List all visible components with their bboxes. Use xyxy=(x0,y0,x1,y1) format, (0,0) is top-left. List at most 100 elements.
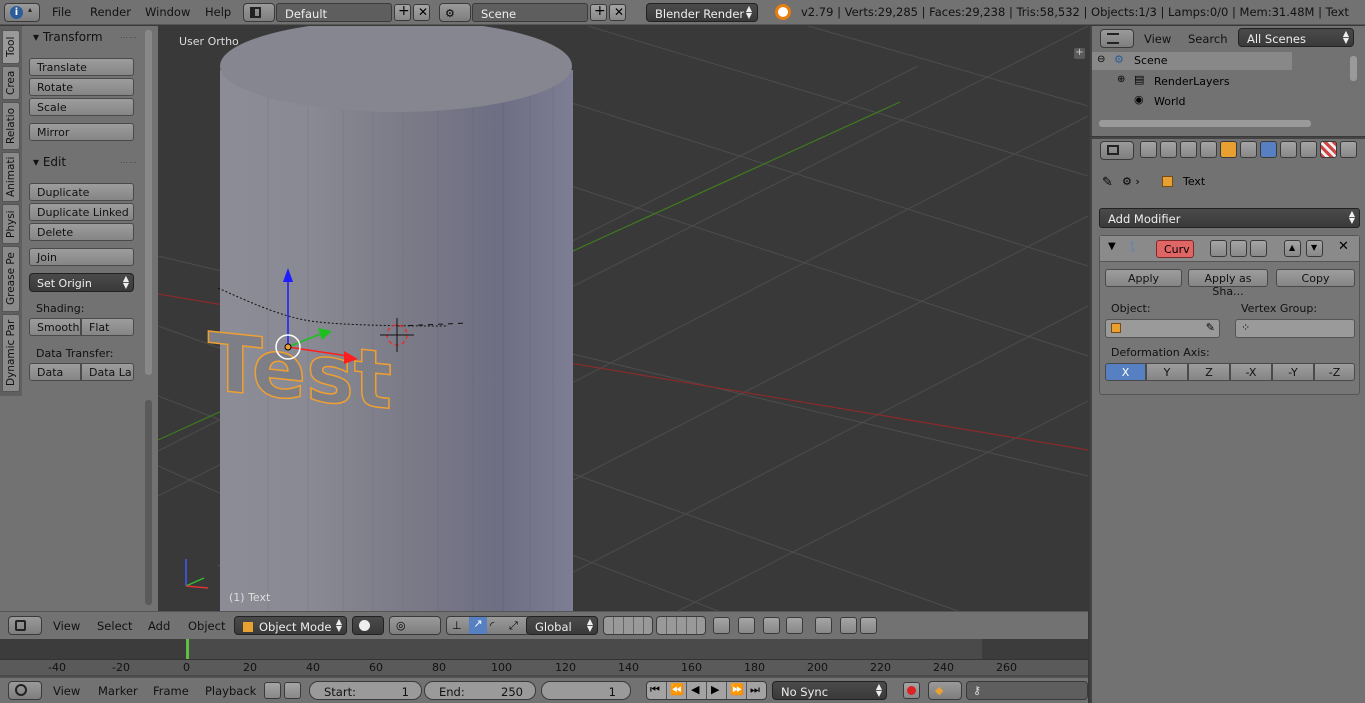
toolshelf-scrollbar[interactable] xyxy=(145,30,152,375)
tab-grease-pencil[interactable]: Grease Pe xyxy=(2,246,20,312)
data-transfer-layout-button[interactable]: Data La xyxy=(81,363,134,381)
eyedropper-icon[interactable]: ✎ xyxy=(1206,321,1215,334)
flat-button[interactable]: Flat xyxy=(81,318,134,336)
menu-render[interactable]: Render xyxy=(90,5,131,19)
add-scene-icon[interactable]: + xyxy=(590,3,607,21)
modifiers-tab-icon[interactable] xyxy=(1260,141,1277,158)
editor-type-properties-button[interactable] xyxy=(1100,141,1134,160)
axis-neg-x-button[interactable]: -X xyxy=(1230,363,1272,381)
keying-set-dropdown[interactable]: ◆ xyxy=(928,681,962,700)
smooth-button[interactable]: Smooth xyxy=(29,318,81,336)
render-toggle-icon[interactable] xyxy=(1210,240,1227,257)
tab-physics[interactable]: Physi xyxy=(2,204,20,244)
axis-neg-y-button[interactable]: -Y xyxy=(1272,363,1314,381)
render-tab-icon[interactable] xyxy=(1140,141,1157,158)
drag-handle-icon[interactable]: ⋯⋯ xyxy=(120,158,138,167)
outliner-filter-dropdown[interactable]: All Scenes ▲ ▼ xyxy=(1238,28,1354,47)
pivot-point-dropdown[interactable]: ◎ xyxy=(389,616,441,635)
outliner-row-scene[interactable]: ⊖ ⚙ Scene xyxy=(1092,52,1292,70)
mirror-button[interactable]: Mirror xyxy=(29,123,134,141)
pin-icon[interactable]: ✎ xyxy=(1102,175,1113,190)
editmode-toggle-icon[interactable] xyxy=(1250,240,1267,257)
lock-icon[interactable] xyxy=(284,682,301,699)
transform-panel-header[interactable]: ▾ Transform xyxy=(33,30,103,44)
axis-x-button[interactable]: X xyxy=(1105,363,1146,381)
collapse-arrow-icon[interactable]: ▼ xyxy=(1108,241,1116,252)
tab-create[interactable]: Crea xyxy=(2,66,20,100)
render-animation-icon[interactable] xyxy=(860,617,877,634)
next-keyframe-icon[interactable]: ⏩ xyxy=(730,683,744,696)
preview-range-icon[interactable] xyxy=(264,682,281,699)
editor-type-outliner-button[interactable] xyxy=(1100,29,1134,48)
menu-window[interactable]: Window xyxy=(145,5,190,19)
object-tab-icon[interactable] xyxy=(1220,141,1237,158)
menu-view[interactable]: View xyxy=(53,684,80,698)
end-frame-field[interactable]: End: 250 xyxy=(424,681,536,700)
menu-marker[interactable]: Marker xyxy=(98,684,138,698)
object-field[interactable]: ✎ xyxy=(1105,319,1220,338)
modifier-name-field[interactable]: Curv xyxy=(1156,240,1194,258)
outliner-row-renderlayers[interactable]: ⊕ ▤ RenderLayers xyxy=(1092,72,1292,90)
scene-selector[interactable]: ⚙ xyxy=(439,3,471,22)
current-frame-marker[interactable] xyxy=(186,639,189,661)
layer-lock-icon[interactable] xyxy=(713,617,730,634)
outliner-v-scrollbar[interactable] xyxy=(1350,56,1357,81)
editor-type-3d-button[interactable] xyxy=(8,616,42,635)
rotate-button[interactable]: Rotate xyxy=(29,78,134,96)
timeline[interactable]: -40 -20 0 20 40 60 80 100 120 140 160 18… xyxy=(0,639,1088,677)
texture-tab-icon[interactable] xyxy=(1320,141,1337,158)
axis-z-button[interactable]: Z xyxy=(1188,363,1230,381)
jump-end-icon[interactable]: ⏭ xyxy=(750,683,760,697)
3d-viewport[interactable]: Test User Ortho (1) Text + xyxy=(158,26,1088,611)
close-icon[interactable]: ✕ xyxy=(1338,239,1349,254)
play-icon[interactable]: ▶ xyxy=(711,683,719,696)
expand-icon[interactable]: ⊕ xyxy=(1117,74,1125,85)
data-tab-icon[interactable] xyxy=(1280,141,1297,158)
duplicate-button[interactable]: Duplicate xyxy=(29,183,134,201)
remove-layout-icon[interactable]: ✕ xyxy=(413,4,430,21)
keying-set-field[interactable]: ⚷ xyxy=(966,681,1088,700)
manipulator-buttons[interactable]: ⊥ ↗ ◜ ⤢ xyxy=(446,616,530,635)
test-text-object[interactable]: Test xyxy=(207,315,393,429)
physics-tab-icon[interactable] xyxy=(1340,141,1357,158)
data-transfer-button[interactable]: Data xyxy=(29,363,81,381)
axis-y-button[interactable]: Y xyxy=(1146,363,1188,381)
copy-button[interactable]: Copy xyxy=(1276,269,1355,287)
world-tab-icon[interactable] xyxy=(1200,141,1217,158)
scale-manipulator-icon[interactable]: ⤢ xyxy=(509,619,518,633)
editor-type-info-button[interactable]: i ▴ xyxy=(4,3,40,22)
remove-scene-icon[interactable]: ✕ xyxy=(609,4,626,21)
proportional-edit-icon[interactable] xyxy=(738,617,755,634)
menu-search[interactable]: Search xyxy=(1188,32,1228,46)
layers-grid-b[interactable] xyxy=(656,616,706,635)
playback-controls[interactable]: ⏮ ⏪ ◀ ▶ ⏩ ⏭ xyxy=(646,681,767,700)
properties-toggle-icon[interactable]: + xyxy=(1074,48,1085,59)
sync-dropdown[interactable]: No Sync ▲ ▼ xyxy=(772,681,887,700)
edit-panel-header[interactable]: ▾ Edit xyxy=(33,155,66,169)
rotate-manipulator-icon[interactable]: ◜ xyxy=(490,619,494,632)
tab-relations[interactable]: Relatio xyxy=(2,102,20,150)
menu-view[interactable]: View xyxy=(1144,32,1171,46)
shading-mode-dropdown[interactable] xyxy=(352,616,384,635)
menu-add[interactable]: Add xyxy=(148,619,170,633)
set-origin-dropdown[interactable]: Set Origin ▲ ▼ xyxy=(29,273,134,292)
editor-type-timeline-button[interactable] xyxy=(8,681,42,700)
constraints-tab-icon[interactable] xyxy=(1240,141,1257,158)
axis-neg-z-button[interactable]: -Z xyxy=(1314,363,1355,381)
start-frame-field[interactable]: Start: 1 xyxy=(309,681,422,700)
menu-object[interactable]: Object xyxy=(188,619,225,633)
orientation-dropdown[interactable]: Global ▲ ▼ xyxy=(526,616,598,635)
menu-playback[interactable]: Playback xyxy=(205,684,256,698)
snap-element-icon[interactable] xyxy=(786,617,803,634)
menu-help[interactable]: Help xyxy=(205,5,231,19)
play-reverse-icon[interactable]: ◀ xyxy=(691,683,699,696)
move-down-icon[interactable]: ▼ xyxy=(1306,240,1323,257)
render-camera-icon[interactable] xyxy=(840,617,857,634)
translate-manipulator-icon[interactable]: ↗ xyxy=(469,617,487,634)
screen-layout-field[interactable]: Default xyxy=(276,3,392,22)
viewport-toggle-icon[interactable] xyxy=(1230,240,1247,257)
tab-tools[interactable]: Tool xyxy=(2,30,20,64)
join-button[interactable]: Join xyxy=(29,248,134,266)
menu-file[interactable]: File xyxy=(52,5,71,19)
jump-start-icon[interactable]: ⏮ xyxy=(650,683,660,697)
